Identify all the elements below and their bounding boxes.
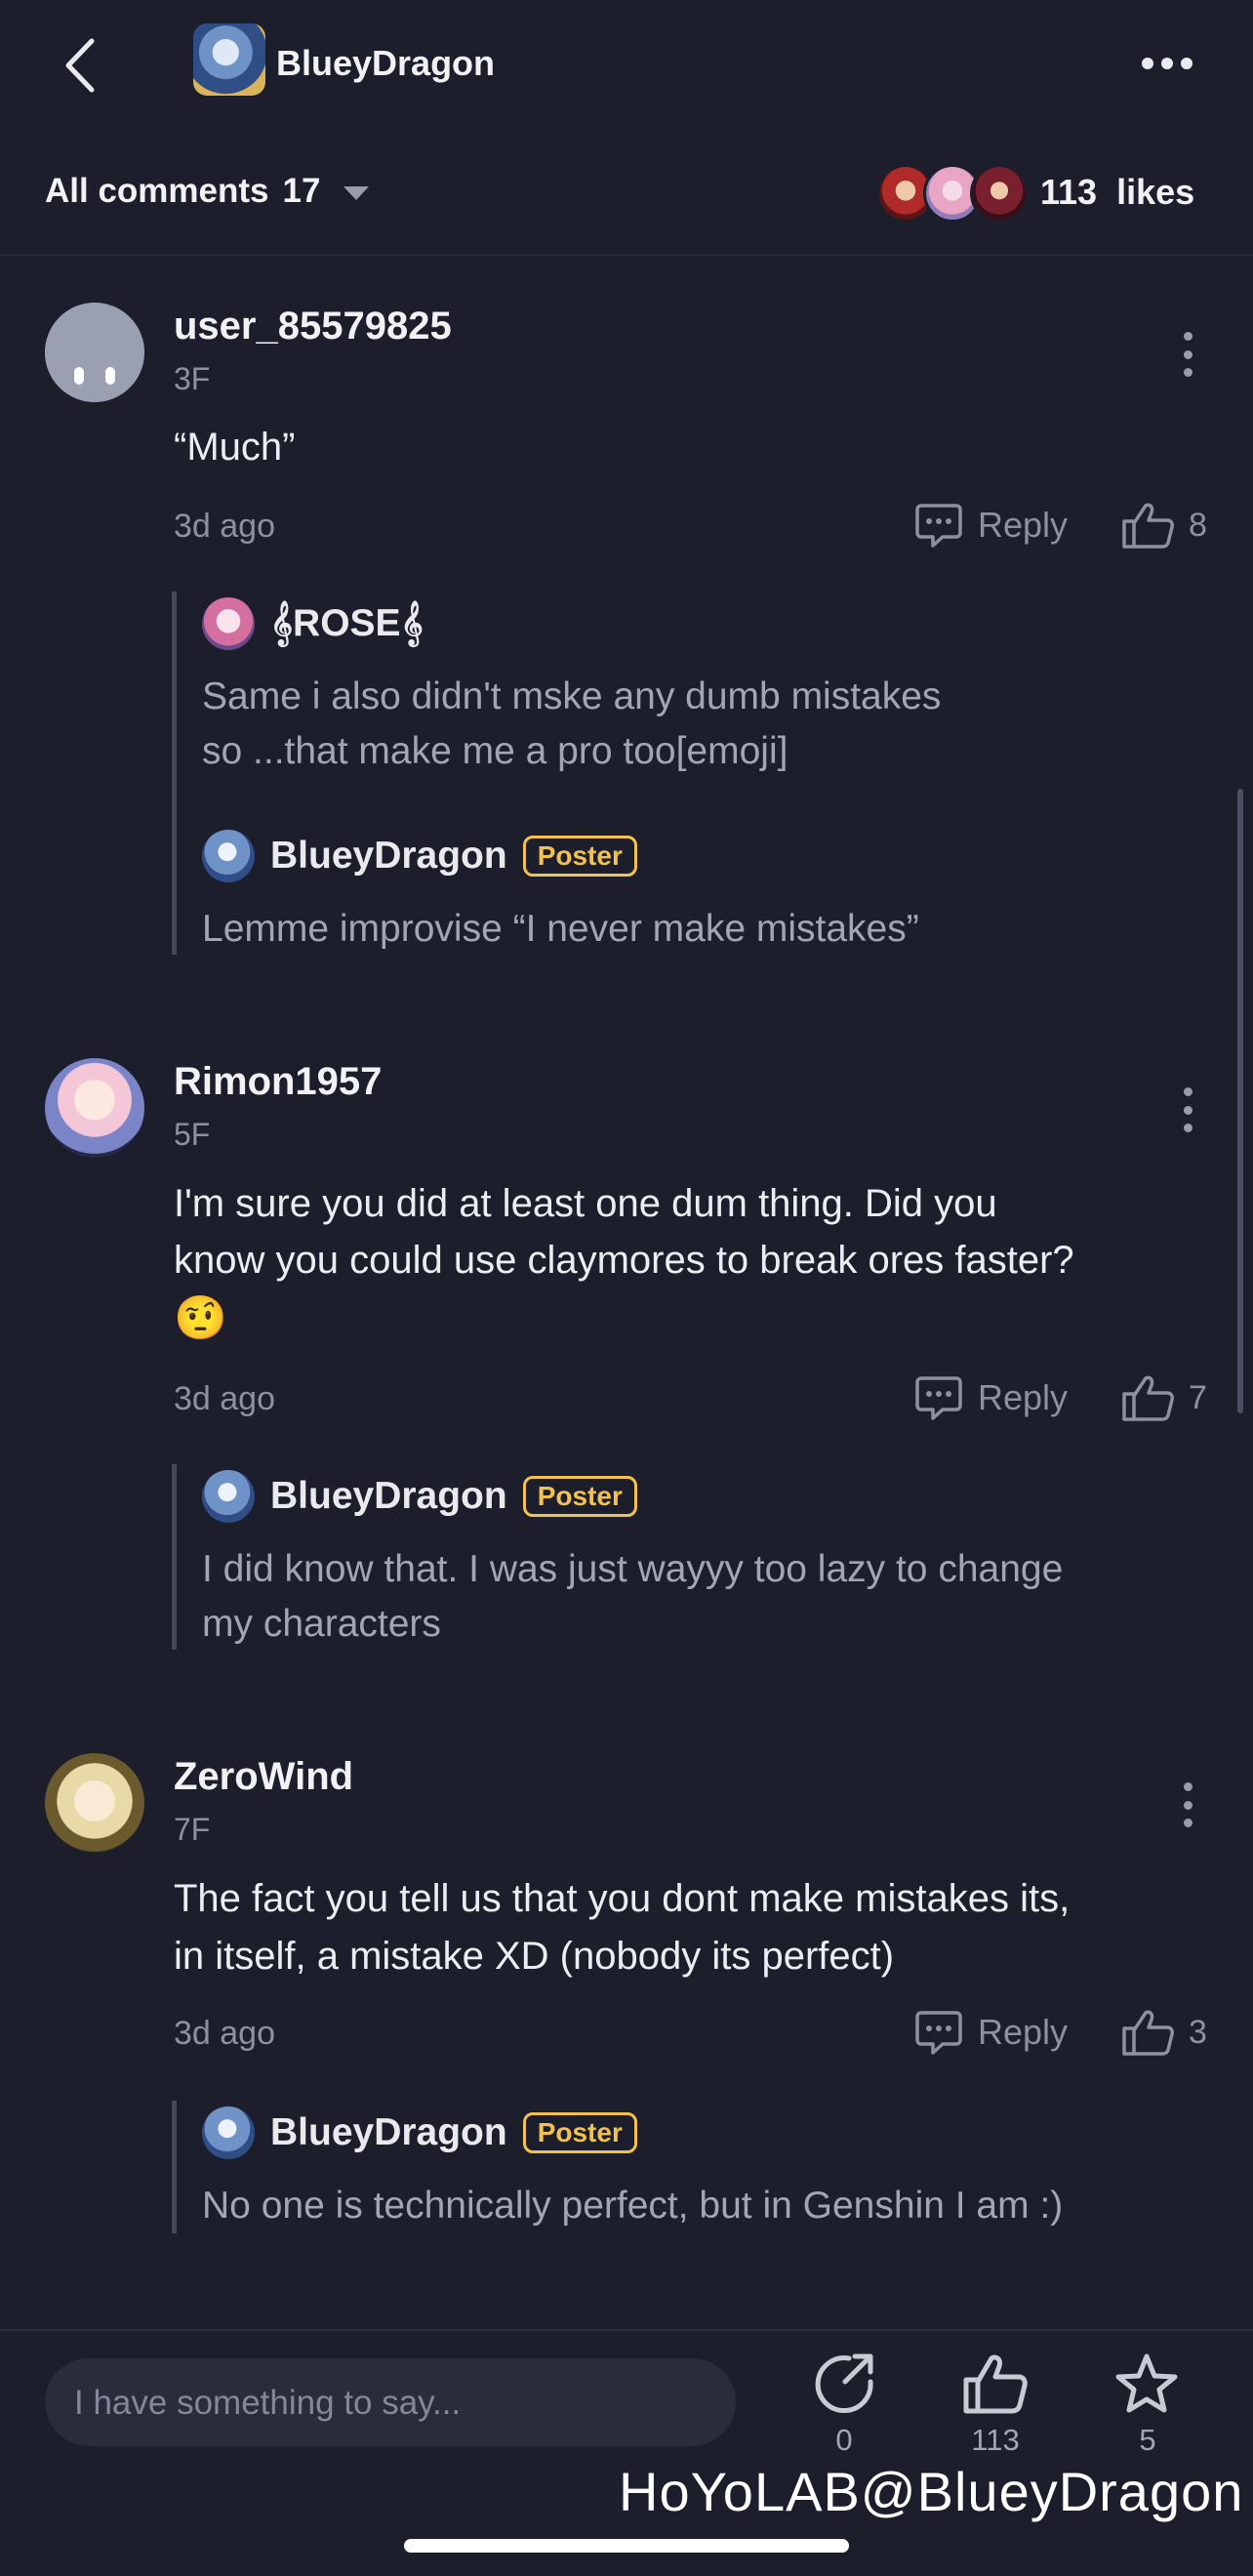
star-icon[interactable] <box>1112 2351 1181 2419</box>
reply-button[interactable]: Reply <box>913 2007 1068 2058</box>
likes-summary[interactable]: 113 likes <box>1040 172 1194 213</box>
default-avatar-icon <box>45 303 144 402</box>
like-button[interactable]: 7 <box>1120 1372 1207 1423</box>
sub-reply-text-line: my characters <box>202 1603 441 1645</box>
comment-floor: 5F <box>174 1117 211 1152</box>
like-button[interactable]: 3 <box>1120 2007 1207 2058</box>
poster-badge: Poster <box>522 2112 637 2153</box>
sub-reply-header[interactable]: 𝄞ROSE𝄞 <box>202 597 424 650</box>
reply-thread-line <box>172 592 177 955</box>
share-count: 0 <box>835 2423 853 2457</box>
avatar <box>202 830 255 882</box>
sub-reply-text-line: Lemme improvise “I never make mistakes” <box>202 908 919 950</box>
sub-reply-text-line: Same i also didn't mske any dumb mistake… <box>202 675 942 717</box>
sub-reply-username: BlueyDragon <box>270 2111 507 2153</box>
sub-reply-header[interactable]: BlueyDragon Poster <box>202 1470 637 1523</box>
reply-thread-line <box>172 2101 177 2233</box>
sub-reply-header[interactable]: BlueyDragon Poster <box>202 830 637 882</box>
filter-label: All comments <box>45 172 269 210</box>
sub-reply-text-line: I did know that. I was just wayyy too la… <box>202 1548 1064 1590</box>
like-count: 7 <box>1189 1378 1207 1416</box>
comment-text-line: in itself, a mistake XD (nobody its perf… <box>174 1935 895 1978</box>
thumbs-up-icon <box>1122 1375 1174 1421</box>
comment-floor: 3F <box>174 361 211 396</box>
thumbs-up-icon <box>1122 2010 1174 2056</box>
comment-more-icon[interactable] <box>1184 332 1193 377</box>
share-icon[interactable] <box>810 2351 878 2419</box>
thumbs-up-icon[interactable] <box>960 2351 1029 2419</box>
comment-time: 3d ago <box>174 508 275 545</box>
comment-text: “Much” <box>174 426 296 469</box>
comment-filter-dropdown[interactable]: All comments 17 <box>45 172 370 211</box>
avatar <box>202 597 255 650</box>
comment-input-placeholder[interactable]: I have something to say... <box>74 2384 461 2423</box>
avatar <box>202 1470 255 1523</box>
like-count: 3 <box>1189 2013 1207 2051</box>
reply-icon <box>915 504 962 548</box>
reply-label: Reply <box>978 505 1069 545</box>
comment-username[interactable]: ZeroWind <box>174 1755 353 1799</box>
sub-reply-header[interactable]: BlueyDragon Poster <box>202 2106 637 2159</box>
home-indicator[interactable] <box>404 2539 849 2553</box>
thumbs-up-icon <box>1122 503 1174 549</box>
comment-username[interactable]: Rimon1957 <box>174 1060 382 1104</box>
sub-reply-text-line: so ...that make me a pro too[emoji] <box>202 730 788 772</box>
likes-count: 113 <box>1040 172 1098 212</box>
sub-reply-username: 𝄞ROSE𝄞 <box>270 602 424 644</box>
comment-time: 3d ago <box>174 2015 275 2052</box>
avatar <box>202 2106 255 2159</box>
reply-icon <box>915 1376 962 1420</box>
comment-more-icon[interactable] <box>1184 1782 1193 1827</box>
comment-username[interactable]: user_85579825 <box>174 305 452 348</box>
comment-more-icon[interactable] <box>1184 1087 1193 1132</box>
reply-button[interactable]: Reply <box>913 1372 1068 1423</box>
like-button[interactable]: 8 <box>1120 500 1207 551</box>
avatar[interactable] <box>45 303 144 402</box>
comment-text-line: I'm sure you did at least one dum thing.… <box>174 1182 997 1225</box>
back-arrow-icon[interactable] <box>61 35 103 96</box>
favorite-count: 5 <box>1139 2423 1156 2457</box>
like-count: 113 <box>971 2423 1020 2457</box>
more-options-icon[interactable] <box>1142 51 1200 76</box>
raised-eyebrow-emoji: 🤨 <box>174 1294 227 1342</box>
watermark: HoYoLAB@BlueyDragon <box>619 2461 1244 2522</box>
reply-thread-line <box>172 1464 177 1650</box>
reply-button[interactable]: Reply <box>913 500 1068 551</box>
sub-reply-username: BlueyDragon <box>270 835 507 877</box>
comment-text-line: The fact you tell us that you dont make … <box>174 1877 1071 1920</box>
liker-avatar <box>970 164 1029 223</box>
liker-avatars[interactable] <box>876 164 1029 225</box>
page-title[interactable]: BlueyDragon <box>276 43 495 84</box>
author-avatar[interactable] <box>193 23 265 96</box>
divider <box>0 254 1253 256</box>
sub-reply-username: BlueyDragon <box>270 1475 507 1517</box>
reply-label: Reply <box>978 2012 1069 2052</box>
scrollbar[interactable] <box>1237 789 1243 1413</box>
sub-reply-text-line: No one is technically perfect, but in Ge… <box>202 2185 1064 2227</box>
likes-label: likes <box>1116 172 1195 212</box>
avatar[interactable] <box>45 1753 144 1853</box>
comment-count: 17 <box>282 172 321 210</box>
reply-label: Reply <box>978 1377 1069 1417</box>
comment-floor: 7F <box>174 1812 211 1847</box>
comment-text-line: know you could use claymores to break or… <box>174 1239 1074 1282</box>
caret-down-icon <box>344 186 370 200</box>
comment-time: 3d ago <box>174 1380 275 1417</box>
poster-badge: Poster <box>522 836 637 877</box>
poster-badge: Poster <box>522 1476 637 1517</box>
reply-icon <box>915 2011 962 2055</box>
avatar[interactable] <box>45 1058 144 1158</box>
like-count: 8 <box>1189 506 1207 544</box>
